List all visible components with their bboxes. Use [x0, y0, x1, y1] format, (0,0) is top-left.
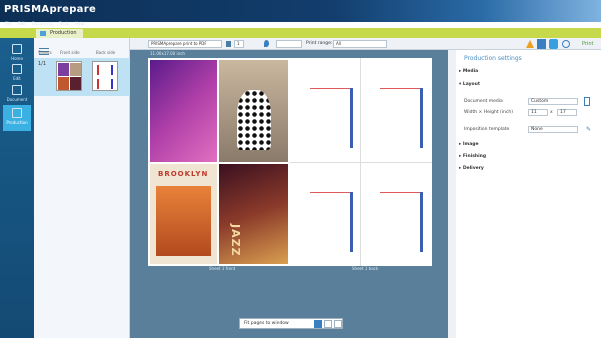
ribbon	[0, 28, 601, 38]
sheet-front[interactable]: BROOKLYN JAZZ	[148, 58, 290, 266]
nav-home-label: Home	[11, 56, 23, 61]
menu-file[interactable]: File	[5, 21, 12, 26]
location-icon[interactable]	[264, 40, 269, 47]
print-toolbar: PRISMAprepare print to PDF 1 Print range…	[130, 38, 448, 50]
right-toolbar: Print	[448, 38, 601, 50]
sheet-back-caption: Sheet 1 back	[352, 266, 379, 271]
imposition-label: Imposition template	[464, 127, 510, 132]
left-navigation: Home Edit Document Production	[0, 38, 34, 338]
zoom-text: Fit pages to window	[244, 321, 289, 326]
menu-bar: File Edit Document Tools Help	[0, 21, 601, 28]
section-delivery[interactable]: ▸ Delivery	[459, 166, 484, 171]
copies-field[interactable]: 1	[234, 40, 244, 48]
header-front: Front side	[60, 50, 80, 55]
printer-icon	[12, 108, 22, 118]
section-layout[interactable]: ▾ Layout	[459, 82, 480, 87]
settings-title: Production settings	[464, 55, 522, 62]
panel-divider[interactable]	[448, 50, 456, 338]
title-bar: PRISMAprepare	[0, 0, 601, 22]
thumbnail-number: 1/1	[38, 61, 47, 67]
sheet-size-label: 11.00x17.00 inch	[150, 51, 185, 56]
header-back: Back side	[96, 50, 116, 55]
thumbnail-front[interactable]	[56, 61, 82, 91]
poster-woman	[219, 60, 288, 162]
printer-icon-button[interactable]	[549, 39, 558, 49]
document-media-label: Document media	[464, 99, 503, 104]
media-catalog-icon[interactable]	[584, 97, 590, 106]
menu-edit[interactable]: Edit	[18, 21, 26, 26]
tab-production[interactable]: Production	[36, 29, 83, 38]
pencil-icon[interactable]: ✎	[586, 126, 591, 133]
header-sheets: Sheets	[38, 50, 52, 55]
zoom-out-icon[interactable]	[334, 320, 342, 328]
menu-document[interactable]: Document	[32, 21, 53, 26]
settings-panel: Production settings ▸ Media ▾ Layout Doc…	[456, 50, 601, 338]
poster-brooklyn: BROOKLYN	[150, 164, 217, 264]
warning-icon[interactable]	[526, 40, 534, 48]
thumbnail-toolbar	[38, 40, 128, 55]
section-media[interactable]: ▸ Media	[459, 69, 478, 74]
zoom-in-icon[interactable]	[324, 320, 332, 328]
nav-document-label: Document	[6, 97, 28, 102]
width-field[interactable]: 11	[528, 109, 548, 116]
section-image[interactable]: ▸ Image	[459, 142, 479, 147]
sheet-back[interactable]	[290, 58, 432, 266]
print-range-select[interactable]: All	[333, 40, 387, 48]
poster-jazz-text: JAZZ	[229, 224, 242, 257]
poster-jazz: JAZZ	[219, 164, 288, 264]
section-finishing[interactable]: ▸ Finishing	[459, 154, 486, 159]
nav-home[interactable]: Home	[3, 44, 31, 61]
nav-edit[interactable]: Edit	[3, 64, 31, 81]
poster-brooklyn-text: BROOKLYN	[158, 170, 209, 178]
timer-icon[interactable]	[562, 40, 570, 48]
imposition-select[interactable]: None	[528, 126, 578, 133]
print-button[interactable]: Print	[582, 41, 594, 47]
menu-help[interactable]: Help	[75, 21, 84, 26]
zoom-control[interactable]: Fit pages to window	[239, 318, 343, 329]
poster-bubbles	[150, 60, 217, 162]
print-range-label: Print range:	[306, 41, 333, 46]
printer-select[interactable]: PRISMAprepare print to PDF	[148, 40, 222, 48]
thumbnail-row[interactable]: 1/1	[34, 58, 130, 96]
menu-tools[interactable]: Tools	[59, 21, 69, 26]
document-nav-icon	[12, 85, 22, 95]
document-icon-button[interactable]	[537, 39, 546, 49]
edit-icon	[12, 64, 22, 74]
nav-production[interactable]: Production	[3, 105, 31, 131]
width-height-label: Width × Height (inch)	[464, 110, 513, 115]
nav-document[interactable]: Document	[3, 85, 31, 102]
tab-label: Production	[50, 30, 77, 36]
times-sign: x	[550, 110, 553, 115]
nav-edit-label: Edit	[13, 76, 21, 81]
app-title: PRISMAprepare	[4, 4, 97, 15]
document-icon	[40, 31, 46, 36]
fit-icon[interactable]	[314, 320, 322, 328]
nav-production-label: Production	[6, 120, 28, 125]
copies-icon	[226, 41, 231, 47]
thumbnail-panel: Sheets Front side Back side 1/1	[34, 38, 130, 338]
sheet-front-caption: Sheet 1 front	[209, 266, 236, 271]
height-field[interactable]: 17	[557, 109, 577, 116]
location-select[interactable]	[276, 40, 302, 48]
thumbnail-back[interactable]	[92, 61, 118, 91]
home-icon	[12, 44, 22, 54]
document-media-select[interactable]: Custom	[528, 98, 578, 105]
